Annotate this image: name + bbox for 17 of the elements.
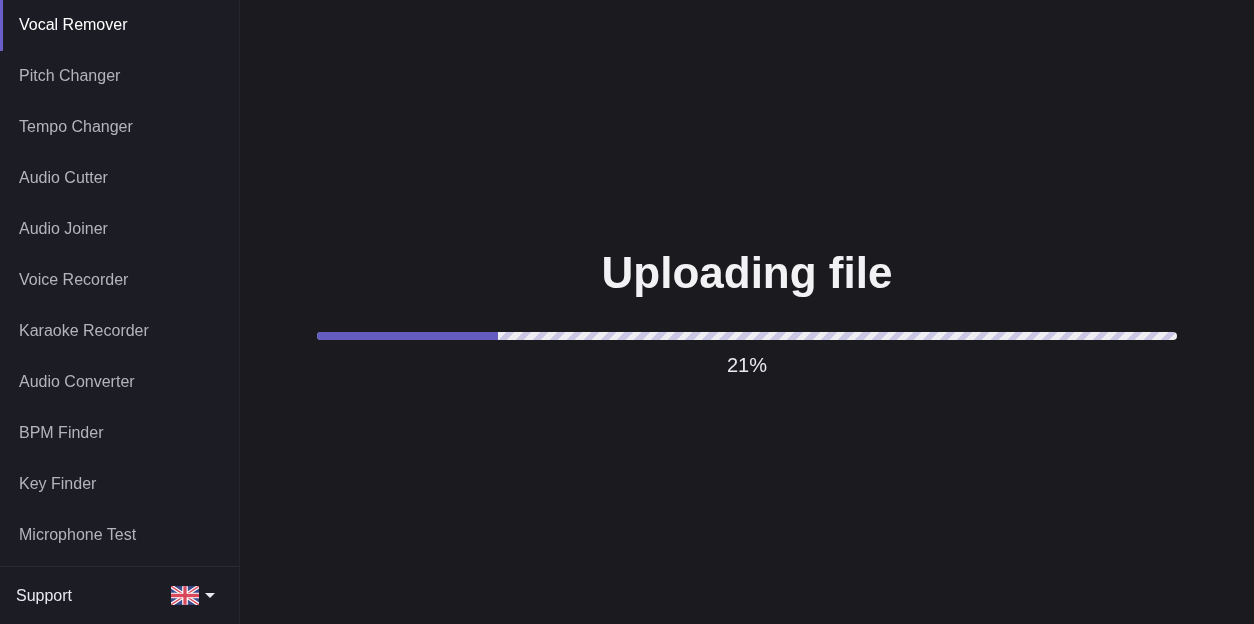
language-selector[interactable] bbox=[171, 586, 215, 605]
sidebar-item[interactable]: Pitch Changer bbox=[0, 51, 239, 102]
caret-icon bbox=[205, 593, 215, 598]
progress-percent: 21% bbox=[727, 354, 767, 377]
sidebar-item[interactable]: Microphone Test bbox=[0, 510, 239, 561]
sidebar-item[interactable]: Tempo Changer bbox=[0, 102, 239, 153]
sidebar-item[interactable]: Karaoke Recorder bbox=[0, 306, 239, 357]
sidebar-item[interactable]: Voice Recorder bbox=[0, 255, 239, 306]
flag-icon bbox=[171, 586, 199, 605]
upload-title: Uploading file bbox=[601, 248, 893, 298]
sidebar-item[interactable]: Vocal Remover bbox=[0, 0, 239, 51]
sidebar-item[interactable]: Audio Cutter bbox=[0, 153, 239, 204]
support-link[interactable]: Support bbox=[16, 586, 73, 605]
sidebar-item[interactable]: BPM Finder bbox=[0, 408, 239, 459]
sidebar-item[interactable]: Key Finder bbox=[0, 459, 239, 510]
sidebar-item[interactable]: Audio Converter bbox=[0, 357, 239, 408]
sidebar-item[interactable]: Audio Joiner bbox=[0, 204, 239, 255]
